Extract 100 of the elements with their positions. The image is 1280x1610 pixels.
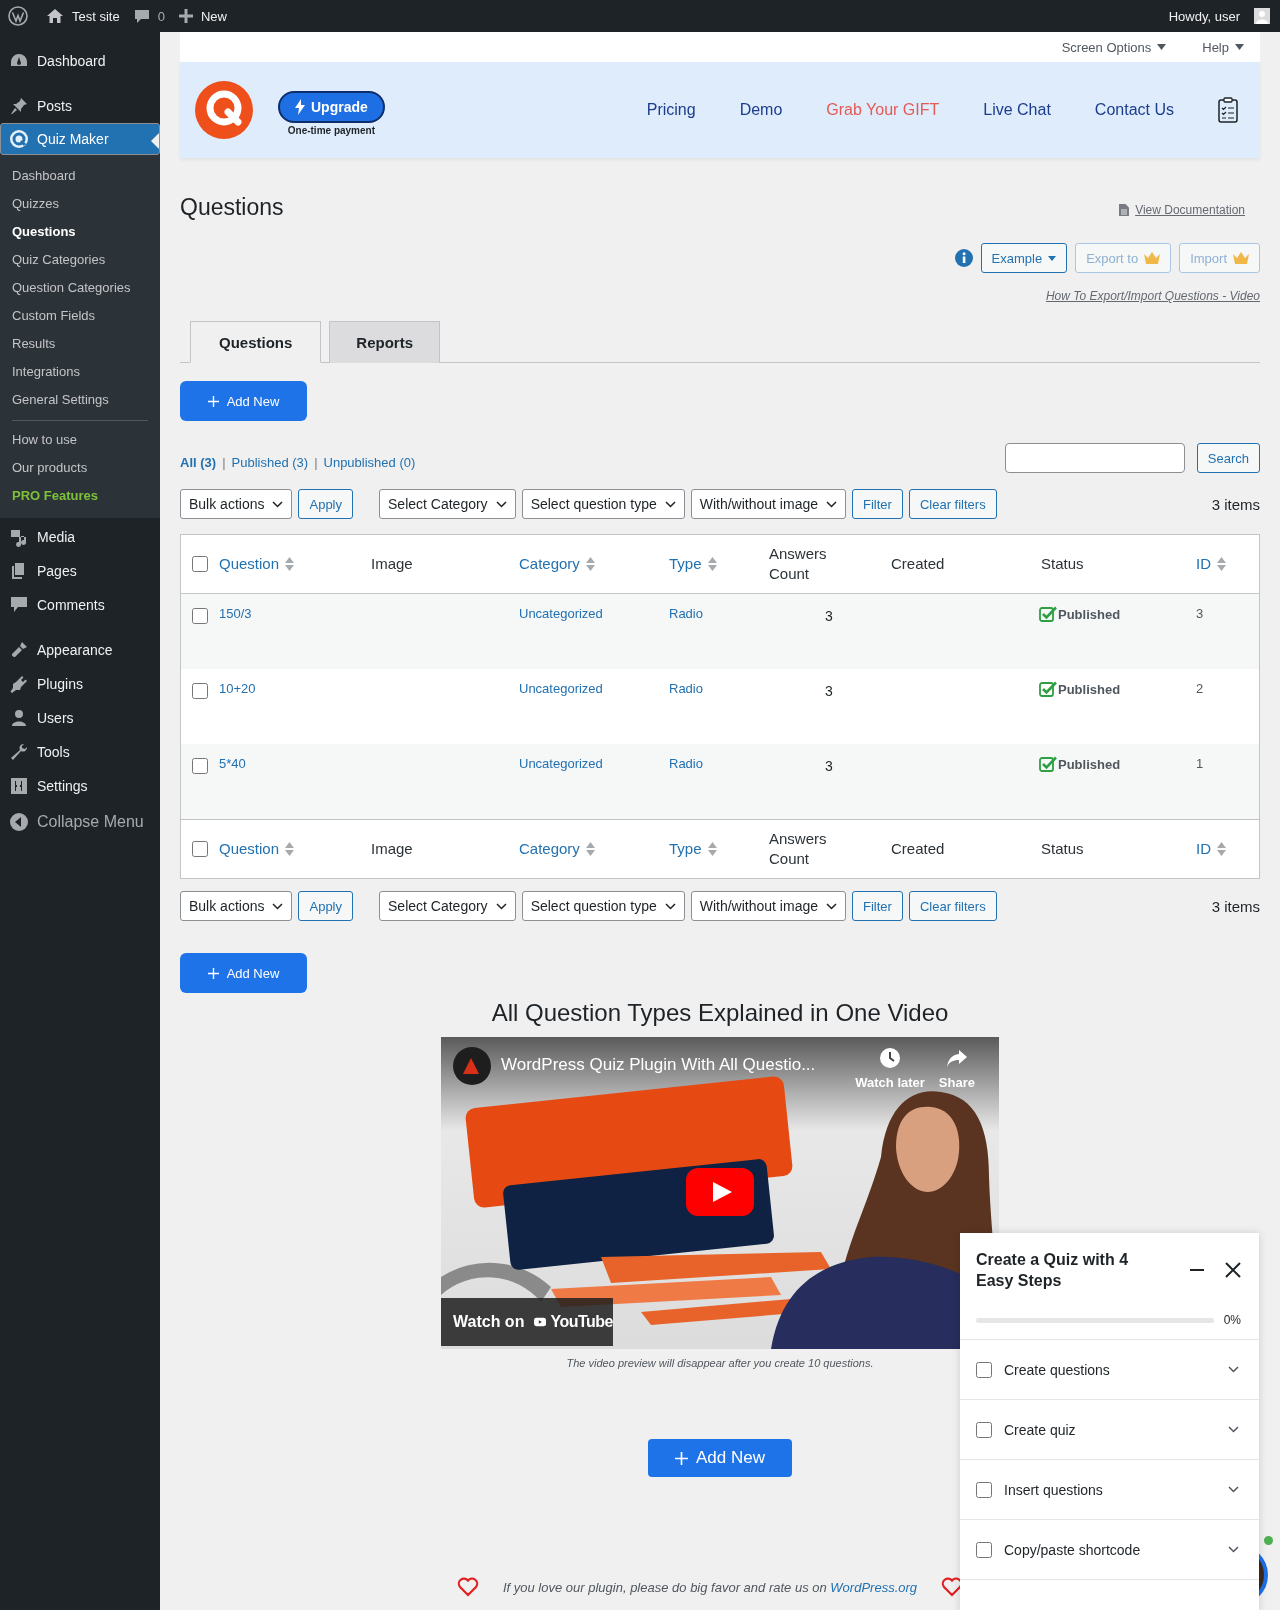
filter-select[interactable]: Select question type <box>521 891 685 921</box>
filter-button[interactable]: Filter <box>852 489 903 519</box>
submenu-item[interactable]: Results <box>0 330 160 358</box>
sortable-column-header[interactable]: Type <box>667 554 717 574</box>
sortable-column-header[interactable]: Category <box>517 839 595 859</box>
submenu-item[interactable]: Integrations <box>0 358 160 386</box>
sortable-column-header[interactable]: Question <box>217 554 295 574</box>
step-checkbox[interactable] <box>976 1481 992 1498</box>
video-title[interactable]: WordPress Quiz Plugin With All Questio... <box>501 1055 816 1075</box>
menu-item[interactable]: Dashboard <box>0 44 160 78</box>
comment-count[interactable]: 0 <box>157 8 165 24</box>
select-all-checkbox[interactable] <box>192 841 208 857</box>
wordpress-org-link[interactable]: WordPress.org <box>830 1579 918 1595</box>
add-new-button[interactable]: Add New <box>648 1439 792 1477</box>
submenu-item[interactable]: General Settings <box>0 386 160 414</box>
submenu-item[interactable]: Quizzes <box>0 190 160 218</box>
category-link[interactable]: Uncategorized <box>519 681 603 696</box>
step-checkbox[interactable] <box>976 1541 992 1558</box>
step-label[interactable]: Copy/paste shortcode <box>1004 1541 1216 1558</box>
view-filter-link[interactable]: All (3) <box>180 455 217 470</box>
row-checkbox[interactable] <box>192 683 208 699</box>
menu-item[interactable]: Media <box>0 520 160 554</box>
row-checkbox[interactable] <box>192 608 208 624</box>
add-new-button[interactable]: Add New <box>180 381 307 421</box>
new-link[interactable]: New <box>200 8 227 24</box>
channel-avatar-icon[interactable] <box>453 1047 491 1085</box>
submenu-item[interactable]: Our products <box>12 454 148 482</box>
documentation-link[interactable]: View Documentation <box>1135 203 1245 217</box>
filter-select[interactable]: Select Category <box>379 891 516 921</box>
filter-select[interactable]: Select Category <box>379 489 516 519</box>
sortable-column-header[interactable]: Category <box>517 554 595 574</box>
submenu-item[interactable]: How to use <box>12 426 148 454</box>
submenu-item[interactable]: Quiz Categories <box>0 246 160 274</box>
screen-meta-link[interactable]: Help <box>1202 39 1244 55</box>
play-button[interactable] <box>686 1168 754 1216</box>
sortable-column-header[interactable]: ID <box>1194 554 1226 574</box>
close-icon[interactable] <box>1225 1262 1241 1278</box>
menu-item[interactable]: Comments <box>0 588 160 622</box>
add-new-button[interactable]: Add New <box>180 953 307 993</box>
bulk-actions-select[interactable]: Bulk actions <box>180 489 293 519</box>
q-logo-icon[interactable] <box>194 80 254 140</box>
submenu-item[interactable]: PRO Features <box>12 482 148 510</box>
filter-select[interactable]: With/without image <box>690 891 846 921</box>
example-dropdown-button[interactable]: Example <box>980 243 1068 273</box>
user-greeting[interactable]: Howdy, user <box>1168 8 1240 24</box>
chevron-down-icon[interactable] <box>1228 1486 1239 1493</box>
filter-button[interactable]: Filter <box>852 891 903 921</box>
category-link[interactable]: Uncategorized <box>519 606 603 621</box>
sortable-column-header[interactable]: ID <box>1194 839 1226 859</box>
step-checkbox[interactable] <box>976 1421 992 1438</box>
chevron-down-icon[interactable] <box>1228 1366 1239 1373</box>
menu-item[interactable]: Posts <box>0 89 160 123</box>
nav-link[interactable]: Pricing <box>646 101 696 119</box>
apply-button[interactable]: Apply <box>298 489 353 519</box>
bulk-actions-select[interactable]: Bulk actions <box>180 891 293 921</box>
search-field[interactable] <box>1004 443 1185 473</box>
sortable-column-header[interactable]: Question <box>217 839 295 859</box>
screen-meta-link[interactable]: Screen Options <box>1061 39 1167 55</box>
step-label[interactable]: Create questions <box>1004 1361 1216 1378</box>
menu-item[interactable]: Plugins <box>0 667 160 701</box>
type-link[interactable]: Radio <box>669 606 703 621</box>
site-name-link[interactable]: Test site <box>72 8 120 24</box>
sortable-column-header[interactable]: Type <box>667 839 717 859</box>
question-link[interactable]: 10+20 <box>219 681 256 696</box>
video-tutorial-link[interactable]: How To Export/Import Questions - Video <box>1045 289 1260 303</box>
menu-item[interactable]: Appearance <box>0 633 160 667</box>
speech-bubble-icon[interactable] <box>133 8 150 24</box>
menu-item[interactable]: Quiz Maker <box>0 123 160 155</box>
type-link[interactable]: Radio <box>669 756 703 771</box>
collapse-menu-button[interactable]: Collapse Menu <box>0 805 160 839</box>
nav-link[interactable]: Live Chat <box>983 101 1051 119</box>
view-filter-link[interactable]: Published (3) <box>231 455 309 470</box>
submenu-item[interactable]: Questions <box>0 218 160 246</box>
menu-item[interactable]: Settings <box>0 769 160 803</box>
step-label[interactable]: Create quiz <box>1004 1421 1216 1438</box>
wordpress-logo-icon[interactable] <box>8 6 28 26</box>
category-link[interactable]: Uncategorized <box>519 756 603 771</box>
step-label[interactable]: Insert questions <box>1004 1481 1216 1498</box>
submenu-item[interactable]: Custom Fields <box>0 302 160 330</box>
type-link[interactable]: Radio <box>669 681 703 696</box>
question-link[interactable]: 5*40 <box>219 756 246 771</box>
step-checkbox[interactable] <box>976 1361 992 1378</box>
nav-link[interactable]: Demo <box>739 101 783 119</box>
chevron-down-icon[interactable] <box>1228 1426 1239 1433</box>
tab[interactable]: Reports <box>329 321 441 363</box>
apply-button[interactable]: Apply <box>298 891 353 921</box>
info-icon[interactable] <box>954 249 973 267</box>
submenu-item[interactable]: Dashboard <box>0 162 160 190</box>
watch-on-youtube-button[interactable]: Watch on YouTube <box>441 1298 613 1346</box>
menu-item[interactable]: Pages <box>0 554 160 588</box>
row-checkbox[interactable] <box>192 758 208 774</box>
nav-link[interactable]: Contact Us <box>1094 101 1174 119</box>
question-link[interactable]: 150/3 <box>219 606 252 621</box>
filter-select[interactable]: Select question type <box>521 489 685 519</box>
view-filter-link[interactable]: Unpublished (0) <box>323 455 416 470</box>
clear-filters-button[interactable]: Clear filters <box>908 891 997 921</box>
plus-icon[interactable] <box>178 9 193 23</box>
menu-item[interactable]: Tools <box>0 735 160 769</box>
submenu-item[interactable]: Question Categories <box>0 274 160 302</box>
search-button[interactable]: Search <box>1196 443 1260 473</box>
